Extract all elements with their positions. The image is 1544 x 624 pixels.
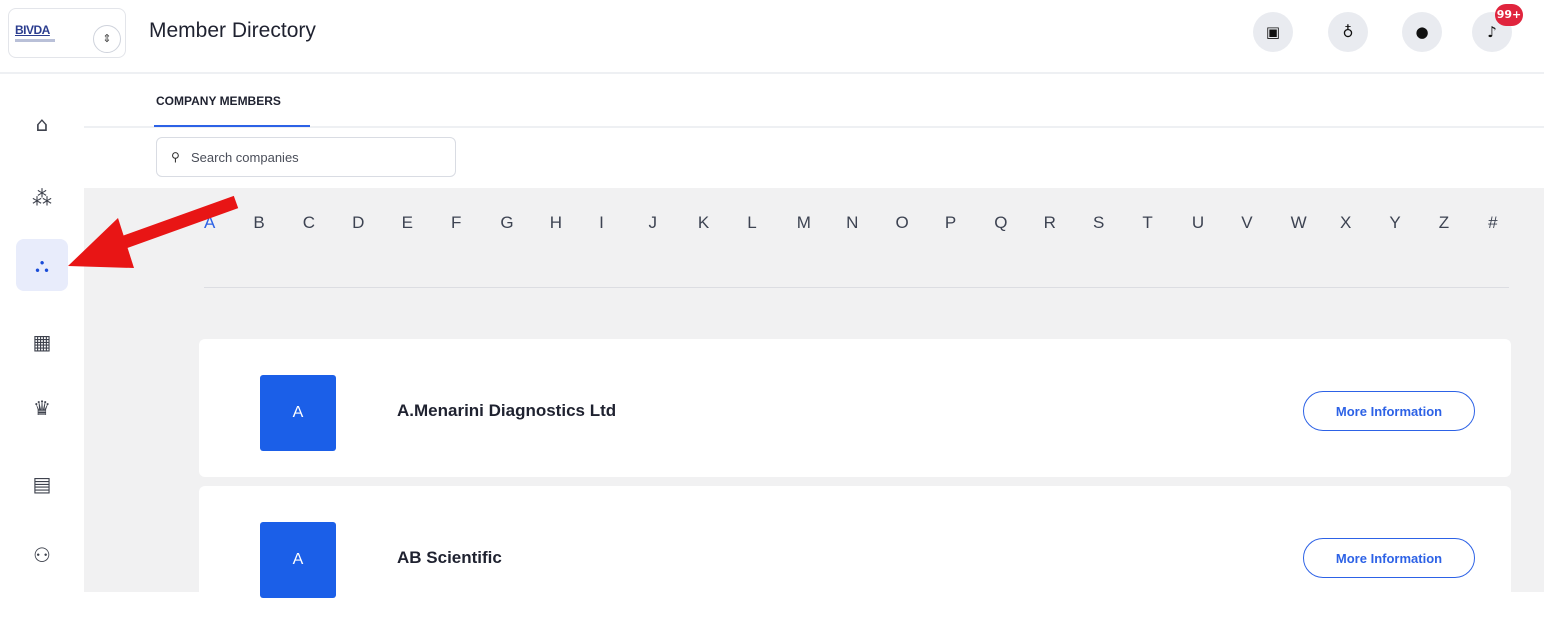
logo-underline bbox=[15, 39, 55, 42]
divider bbox=[204, 287, 1509, 288]
more-information-button[interactable]: More Information bbox=[1303, 538, 1475, 578]
tab-company-members[interactable]: COMPANY MEMBERS bbox=[156, 94, 281, 108]
letter-filter-a[interactable]: A bbox=[204, 213, 253, 233]
letter-filter-z[interactable]: Z bbox=[1439, 213, 1488, 233]
sidebar-item-community[interactable]: ⁂ bbox=[16, 172, 68, 224]
letter-filter-j[interactable]: J bbox=[649, 213, 698, 233]
letter-filter-r[interactable]: R bbox=[1044, 213, 1093, 233]
sidebar-item-people[interactable]: ⚇ bbox=[16, 529, 68, 581]
letter-filter-e[interactable]: E bbox=[402, 213, 451, 233]
letter-filter-p[interactable]: P bbox=[945, 213, 994, 233]
company-name[interactable]: A.Menarini Diagnostics Ltd bbox=[397, 401, 616, 421]
letter-filter-n[interactable]: N bbox=[846, 213, 895, 233]
company-card: A AB Scientific More Information bbox=[199, 486, 1511, 624]
more-information-button[interactable]: More Information bbox=[1303, 391, 1475, 431]
letter-filter-m[interactable]: M bbox=[797, 213, 846, 233]
sidebar-item-inbox[interactable]: ▤ bbox=[16, 458, 68, 510]
active-tab-indicator bbox=[154, 125, 310, 127]
letter-filter-l[interactable]: L bbox=[747, 213, 796, 233]
letter-filter-y[interactable]: Y bbox=[1389, 213, 1438, 233]
tab-bar: COMPANY MEMBERS bbox=[84, 74, 1544, 128]
org-switcher[interactable]: BIVDA ⇕ bbox=[8, 8, 126, 58]
top-bar: BIVDA ⇕ Member Directory ▣ ♁ ● ♪ 99+ bbox=[0, 0, 1544, 72]
letter-filter-o[interactable]: O bbox=[895, 213, 944, 233]
directory-content: A B C D E F G H I J K L M N O P Q R S T U V W X Y Z # A A.Menarini… bbox=[84, 188, 1544, 624]
company-avatar: A bbox=[260, 522, 336, 598]
letter-filter-d[interactable]: D bbox=[352, 213, 401, 233]
letter-filter-g[interactable]: G bbox=[500, 213, 549, 233]
sidebar-item-member-directory[interactable]: ⛬ bbox=[16, 239, 68, 291]
calendar-icon: ▦ bbox=[32, 330, 52, 354]
letter-filter-v[interactable]: V bbox=[1241, 213, 1290, 233]
org-logo: BIVDA bbox=[15, 23, 50, 37]
sidebar: ⌂ ⁂ ⛬ ▦ ♛ ▤ ⚇ bbox=[0, 74, 84, 592]
letter-filter-u[interactable]: U bbox=[1192, 213, 1241, 233]
users-icon: ⚇ bbox=[33, 543, 51, 567]
company-name[interactable]: AB Scientific bbox=[397, 548, 502, 568]
chat-icon[interactable]: ● bbox=[1402, 12, 1442, 52]
letter-filter-t[interactable]: T bbox=[1142, 213, 1191, 233]
ticket-icon[interactable]: ▣ bbox=[1253, 12, 1293, 52]
company-card: A A.Menarini Diagnostics Ltd More Inform… bbox=[199, 339, 1511, 477]
letter-filter-c[interactable]: C bbox=[303, 213, 352, 233]
letter-filter-hash[interactable]: # bbox=[1488, 213, 1537, 233]
search-row: ⚲ bbox=[84, 128, 1544, 188]
page-title: Member Directory bbox=[149, 19, 316, 42]
letter-filter-k[interactable]: K bbox=[698, 213, 747, 233]
letter-filter-s[interactable]: S bbox=[1093, 213, 1142, 233]
search-input[interactable] bbox=[191, 147, 441, 167]
search-box[interactable]: ⚲ bbox=[156, 137, 456, 177]
notification-badge: 99+ bbox=[1495, 4, 1523, 26]
letter-filter-b[interactable]: B bbox=[253, 213, 302, 233]
letter-filter-q[interactable]: Q bbox=[994, 213, 1043, 233]
letter-filter-h[interactable]: H bbox=[550, 213, 599, 233]
letter-filter-f[interactable]: F bbox=[451, 213, 500, 233]
letter-filter-i[interactable]: I bbox=[599, 213, 648, 233]
company-avatar: A bbox=[260, 375, 336, 451]
community-icon: ⁂ bbox=[32, 186, 52, 210]
network-icon: ⛬ bbox=[35, 253, 49, 277]
sidebar-item-home[interactable]: ⌂ bbox=[16, 98, 68, 150]
letter-filter-w[interactable]: W bbox=[1291, 213, 1340, 233]
letter-filter-x[interactable]: X bbox=[1340, 213, 1389, 233]
sidebar-item-events[interactable]: ▦ bbox=[16, 316, 68, 368]
home-icon: ⌂ bbox=[35, 112, 49, 136]
sidebar-item-membership[interactable]: ♛ bbox=[16, 382, 68, 434]
award-icon[interactable]: ♁ bbox=[1328, 12, 1368, 52]
search-icon: ⚲ bbox=[171, 150, 180, 164]
crown-icon: ♛ bbox=[33, 396, 51, 420]
inbox-icon: ▤ bbox=[32, 472, 52, 496]
chevron-updown-icon[interactable]: ⇕ bbox=[93, 25, 121, 53]
alphabet-filter: A B C D E F G H I J K L M N O P Q R S T U V W X Y Z # bbox=[204, 213, 1538, 233]
